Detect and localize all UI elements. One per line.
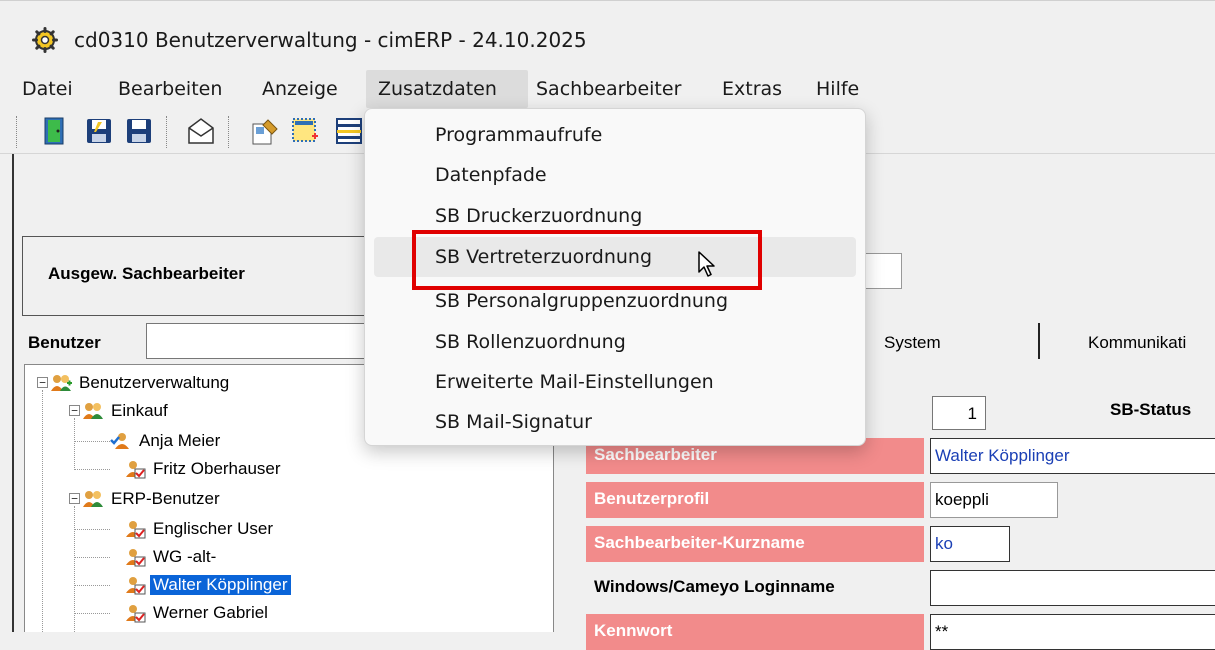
toolbar-separator [228,116,232,148]
user-group-icon [83,403,103,419]
tree-connector [74,557,110,558]
tab-separator [1038,323,1040,359]
menu-item-sb-personalgruppenzuordnung[interactable]: SB Personalgruppenzuordnung [435,290,728,312]
user-check-icon [110,433,129,449]
kennwort-label: Kennwort [586,614,924,650]
sachbearbeiter-input[interactable]: Walter Köpplinger [930,438,1215,474]
toolbar-grip [16,116,20,148]
menu-item-programmaufrufe[interactable]: Programmaufrufe [435,124,602,146]
tree-expander-einkauf[interactable]: − [69,405,80,416]
tree-connector [74,613,110,614]
user-check-icon [126,461,146,479]
window-left-edge [0,154,14,632]
toolbar-separator [166,116,170,148]
tree-node-user[interactable]: WG -alt- [124,545,219,569]
benutzerprofil-label: Benutzerprofil [586,482,924,518]
tree-connector [74,469,110,470]
tree-connector [74,418,75,470]
menu-zusatzdaten[interactable]: Zusatzdaten [378,78,497,100]
menu-item-sb-mail-signatur[interactable]: SB Mail-Signatur [435,411,592,433]
mouse-pointer-icon [698,251,715,277]
menu-item-datenpfade[interactable]: Datenpfade [435,164,547,186]
user-check-icon [126,577,146,595]
sb-number-field[interactable]: 1 [932,396,986,430]
tree-expander-erp[interactable]: − [69,493,80,504]
menu-hilfe[interactable]: Hilfe [816,78,859,100]
benutzerprofil-input[interactable]: koeppli [930,482,1058,518]
menu-bearbeiten[interactable]: Bearbeiten [118,78,222,100]
tree-node-root[interactable]: Benutzerverwaltung [50,371,232,395]
windows-login-input[interactable] [930,570,1215,606]
mail-icon[interactable] [186,116,216,146]
kennwort-input[interactable]: ** [930,614,1215,650]
tree-connector [74,529,110,530]
user-check-icon [126,549,146,567]
menu-item-sb-druckerzuordnung[interactable]: SB Druckerzuordnung [435,205,642,227]
kurzname-label: Sachbearbeiter-Kurzname [586,526,924,562]
tree-node-group[interactable]: Einkauf [82,399,171,423]
tree-node-user[interactable]: Anja Meier [110,429,223,453]
new-entry-icon[interactable] [290,116,320,146]
tree-label-root: Benutzerverwaltung [79,373,230,392]
user-check-icon [126,521,146,539]
exit-door-icon[interactable] [40,116,70,146]
save-as-icon[interactable] [84,116,114,146]
menu-sachbearbeiter[interactable]: Sachbearbeiter [536,78,681,100]
tree-connector [42,390,43,632]
menu-item-sb-rollenzuordnung[interactable]: SB Rollenzuordnung [435,331,626,353]
tree-label-user: Anja Meier [139,431,221,450]
list-icon[interactable] [334,116,364,146]
tree-node-user-selected[interactable]: Walter Köpplinger [124,573,291,597]
tree-expander-root[interactable]: − [37,377,48,388]
benutzer-search-input[interactable] [146,323,386,359]
tree-node-user[interactable]: Englischer User [124,517,276,541]
save-icon[interactable] [124,116,154,146]
menu-datei[interactable]: Datei [22,78,73,100]
kurzname-input[interactable]: ko [930,526,1010,562]
menu-item-erweiterte-mail-einstellungen[interactable]: Erweiterte Mail-Einstellungen [435,371,714,393]
selected-user-label: Ausgew. Sachbearbeiter [48,264,245,283]
tab-system[interactable]: System [884,333,941,353]
gear-icon [32,27,58,53]
tree-label-group: ERP-Benutzer [111,489,220,508]
tree-label-user: WG -alt- [153,547,217,566]
tree-label-user: Werner Gabriel [153,603,268,622]
windows-login-label: Windows/Cameyo Loginname [594,577,835,596]
tree-node-user[interactable]: Werner Gabriel [124,601,271,625]
tree-label-group: Einkauf [111,401,168,420]
sb-status-label: SB-Status [1110,400,1192,419]
menu-extras[interactable]: Extras [722,78,782,100]
user-group-icon [83,491,103,507]
benutzer-label: Benutzer [28,333,101,352]
tree-node-group[interactable]: ERP-Benutzer [82,487,223,511]
users-add-icon [51,375,72,391]
tree-connector [74,585,110,586]
tree-label-user: Fritz Oberhauser [153,459,281,478]
tab-kommunikation[interactable]: Kommunikati [1088,333,1186,353]
menu-anzeige[interactable]: Anzeige [262,78,338,100]
tree-label-user-selected: Walter Köpplinger [150,575,291,595]
user-check-icon [126,605,146,623]
tree-connector [74,441,110,442]
window-title: cd0310 Benutzerverwaltung - cimERP - 24.… [74,28,587,52]
tree-label-user: Englischer User [153,519,273,538]
tree-node-user[interactable]: Fritz Oberhauser [124,457,284,481]
edit-properties-icon[interactable] [250,116,280,146]
